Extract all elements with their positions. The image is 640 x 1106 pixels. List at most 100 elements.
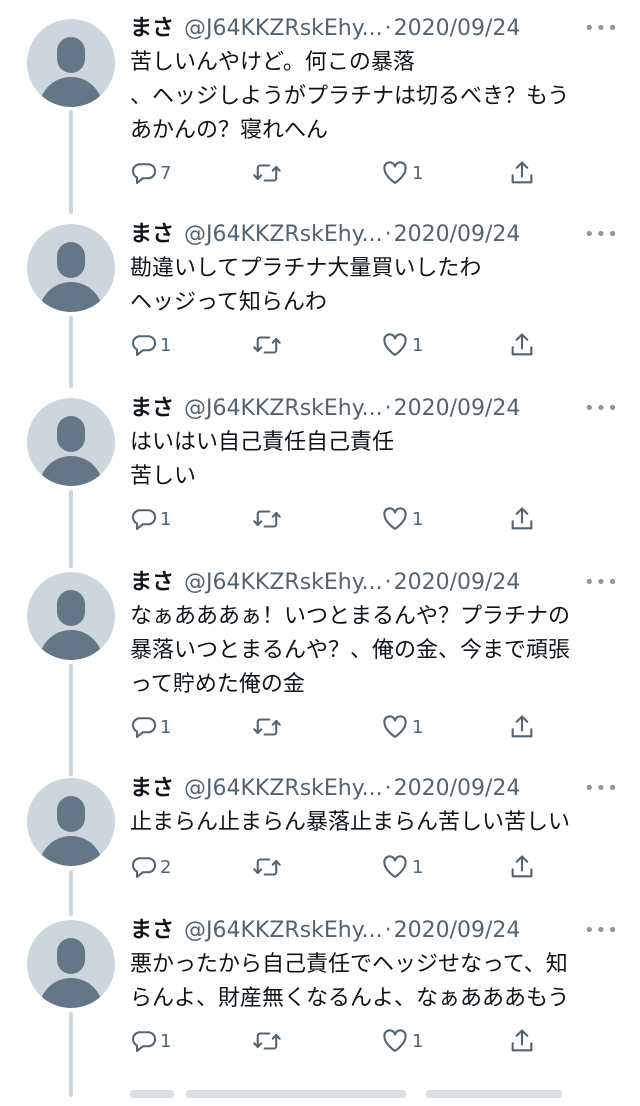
like-button[interactable]: 1 bbox=[380, 1026, 423, 1056]
user-handle[interactable]: @J64KKZRskEhy... bbox=[184, 918, 383, 943]
display-name[interactable]: まさ bbox=[130, 918, 174, 943]
retweet-button[interactable] bbox=[252, 712, 284, 742]
more-options-icon[interactable]: ••• bbox=[584, 394, 618, 424]
default-avatar-head bbox=[57, 37, 85, 73]
separator: · bbox=[384, 396, 392, 421]
reply-button[interactable]: 1 bbox=[130, 504, 171, 534]
separator: · bbox=[384, 570, 392, 595]
thread-line bbox=[69, 870, 73, 916]
avatar[interactable] bbox=[27, 398, 115, 486]
separator: · bbox=[384, 776, 392, 801]
like-button[interactable]: 1 bbox=[380, 504, 423, 534]
avatar[interactable] bbox=[27, 572, 115, 660]
like-button[interactable]: 1 bbox=[380, 330, 423, 360]
heart-icon bbox=[383, 855, 407, 878]
tweet-date[interactable]: 2020/09/24 bbox=[394, 776, 521, 801]
default-avatar-body bbox=[39, 77, 103, 107]
tweet-actions: 1 1 bbox=[130, 712, 610, 742]
share-button[interactable] bbox=[508, 712, 536, 742]
default-avatar-head bbox=[57, 242, 85, 278]
display-name[interactable]: まさ bbox=[130, 570, 174, 595]
tweet-text: 勘違いしてプラチナ大量買いしたわ ヘッジって知らんわ bbox=[130, 256, 482, 315]
tweet-date[interactable]: 2020/09/24 bbox=[394, 570, 521, 595]
share-button[interactable] bbox=[508, 852, 536, 882]
like-count: 1 bbox=[412, 1030, 424, 1052]
retweet-button[interactable] bbox=[252, 1026, 284, 1056]
separator: · bbox=[384, 16, 392, 41]
reply-button[interactable]: 1 bbox=[130, 1026, 171, 1056]
tweet-date[interactable]: 2020/09/24 bbox=[394, 918, 521, 943]
tweet-date[interactable]: 2020/09/24 bbox=[394, 222, 521, 247]
tweet-actions: 2 1 bbox=[130, 852, 610, 882]
reply-icon bbox=[131, 857, 157, 878]
share-button[interactable] bbox=[508, 504, 536, 534]
share-button[interactable] bbox=[508, 1026, 536, 1056]
share-icon bbox=[511, 715, 533, 738]
heart-icon bbox=[383, 161, 407, 184]
share-button[interactable] bbox=[508, 158, 536, 188]
reply-button[interactable]: 2 bbox=[130, 852, 171, 882]
display-name[interactable]: まさ bbox=[130, 16, 174, 41]
thread-line bbox=[69, 490, 73, 568]
like-button[interactable]: 1 bbox=[380, 158, 423, 188]
thread-line bbox=[69, 316, 73, 388]
like-count: 1 bbox=[412, 856, 424, 878]
user-handle[interactable]: @J64KKZRskEhy... bbox=[184, 570, 383, 595]
retweet-icon bbox=[253, 164, 281, 182]
more-options-icon[interactable]: ••• bbox=[584, 774, 618, 804]
retweet-icon bbox=[253, 1032, 281, 1050]
display-name[interactable]: まさ bbox=[130, 776, 174, 801]
avatar[interactable] bbox=[27, 224, 115, 312]
thread-line bbox=[69, 110, 73, 214]
tweet-actions: 1 1 bbox=[130, 504, 610, 534]
heart-icon bbox=[383, 333, 407, 356]
default-avatar-head bbox=[57, 416, 85, 452]
reply-icon bbox=[131, 335, 157, 356]
more-options-icon[interactable]: ••• bbox=[584, 916, 618, 946]
retweet-button[interactable] bbox=[252, 330, 284, 360]
reply-button[interactable]: 7 bbox=[130, 158, 171, 188]
tweet-text: なぁあああぁ！いつとまるんや？プラチナの 暴落いつとまるんや？、俺の金、今まで頑… bbox=[130, 604, 571, 697]
reply-count: 1 bbox=[160, 334, 172, 356]
avatar[interactable] bbox=[27, 920, 115, 1008]
reply-count: 1 bbox=[160, 1030, 172, 1052]
tweet-header: まさ @J64KKZRskEhy...·2020/09/24 bbox=[130, 774, 626, 804]
avatar[interactable] bbox=[27, 19, 115, 107]
tweet-text: 止まらん止まらん暴落止まらん苦しい苦しい bbox=[130, 810, 571, 835]
user-handle[interactable]: @J64KKZRskEhy... bbox=[184, 222, 383, 247]
more-options-icon[interactable]: ••• bbox=[584, 220, 618, 250]
tweet-date[interactable]: 2020/09/24 bbox=[394, 396, 521, 421]
like-button[interactable]: 1 bbox=[380, 712, 423, 742]
tweet-date[interactable]: 2020/09/24 bbox=[394, 16, 521, 41]
more-options-icon[interactable]: ••• bbox=[584, 14, 618, 44]
more-options-icon[interactable]: ••• bbox=[584, 568, 618, 598]
retweet-button[interactable] bbox=[252, 504, 284, 534]
reply-icon bbox=[131, 509, 157, 530]
retweet-button[interactable] bbox=[252, 158, 284, 188]
default-avatar-body bbox=[39, 978, 103, 1008]
like-button[interactable]: 1 bbox=[380, 852, 423, 882]
reply-button[interactable]: 1 bbox=[130, 712, 171, 742]
share-icon bbox=[511, 333, 533, 356]
default-avatar-body bbox=[39, 630, 103, 660]
user-handle[interactable]: @J64KKZRskEhy... bbox=[184, 16, 383, 41]
reply-button[interactable]: 1 bbox=[130, 330, 171, 360]
share-button[interactable] bbox=[508, 330, 536, 360]
avatar[interactable] bbox=[27, 778, 115, 866]
tweet-text: はいはい自己責任自己責任 苦しい bbox=[130, 430, 395, 489]
heart-icon bbox=[383, 1029, 407, 1052]
share-icon bbox=[511, 855, 533, 878]
tweet-header: まさ @J64KKZRskEhy...·2020/09/24 bbox=[130, 220, 626, 250]
retweet-icon bbox=[253, 336, 281, 354]
like-count: 1 bbox=[412, 334, 424, 356]
share-icon bbox=[511, 507, 533, 530]
retweet-button[interactable] bbox=[252, 852, 284, 882]
separator: · bbox=[384, 918, 392, 943]
display-name[interactable]: まさ bbox=[130, 396, 174, 421]
user-handle[interactable]: @J64KKZRskEhy... bbox=[184, 776, 383, 801]
like-count: 1 bbox=[412, 508, 424, 530]
user-handle[interactable]: @J64KKZRskEhy... bbox=[184, 396, 383, 421]
display-name[interactable]: まさ bbox=[130, 222, 174, 247]
tweet-header: まさ @J64KKZRskEhy...·2020/09/24 bbox=[130, 916, 626, 946]
reply-icon bbox=[131, 1031, 157, 1052]
